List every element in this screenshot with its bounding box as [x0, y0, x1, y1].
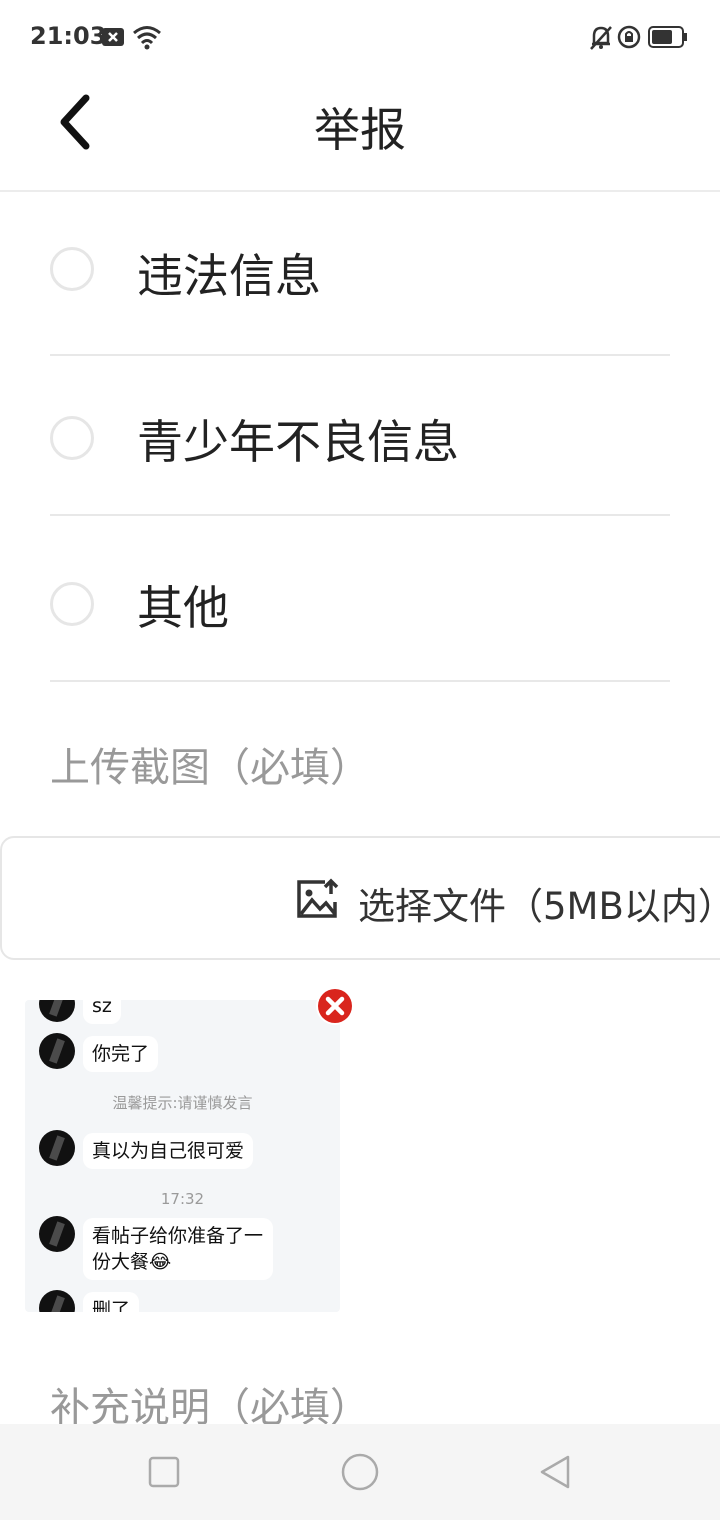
screenshot-thumbnail[interactable]: sz 你完了 温馨提示:请谨慎发言 真以为自己很可爱 17:32 看帖子给你准备… — [25, 1000, 340, 1312]
chat-tip: 温馨提示:请谨慎发言 — [112, 1094, 253, 1112]
avatar — [39, 1130, 75, 1166]
radio-button[interactable] — [50, 416, 94, 460]
report-option[interactable]: 违法信息 — [0, 190, 720, 356]
notification-x-icon — [102, 28, 124, 46]
upload-label: 上传截图（必填） — [50, 745, 370, 791]
report-option[interactable]: 其他 — [0, 516, 720, 682]
rotation-lock-icon — [617, 25, 641, 49]
page-title: 举报 — [314, 103, 406, 157]
chat-bubble: sz — [83, 1000, 121, 1024]
chat-time: 17:32 — [160, 1190, 205, 1208]
bell-off-icon — [590, 26, 612, 50]
system-nav-bar — [0, 1424, 720, 1520]
image-upload-icon — [297, 878, 339, 918]
avatar — [39, 1000, 75, 1022]
chat-bubble: 看帖子给你准备了一份大餐😂 — [83, 1218, 273, 1280]
chat-bubble: 你完了 — [83, 1036, 159, 1072]
report-option-label: 其他 — [137, 581, 229, 635]
report-option[interactable]: 青少年不良信息 — [0, 350, 720, 516]
battery-icon — [648, 26, 687, 48]
chat-bubble: 真以为自己很可爱 — [83, 1133, 254, 1169]
divider — [50, 680, 670, 682]
report-option-label: 违法信息 — [137, 249, 321, 303]
status-bar: 21:03 — [0, 0, 720, 72]
choose-file-label: 选择文件（5MB以内） — [358, 885, 720, 928]
avatar — [39, 1290, 75, 1312]
header: 举报 — [0, 72, 720, 192]
report-option-label: 青少年不良信息 — [137, 415, 459, 469]
chat-bubble: 删了 — [83, 1292, 140, 1312]
wifi-icon — [133, 26, 161, 50]
status-time: 21:03 — [30, 22, 107, 50]
recent-apps-icon[interactable] — [148, 1456, 180, 1488]
back-icon[interactable] — [538, 1454, 572, 1490]
avatar — [39, 1216, 75, 1252]
radio-button[interactable] — [50, 247, 94, 291]
close-circle-icon[interactable] — [315, 986, 355, 1026]
radio-button[interactable] — [50, 582, 94, 626]
avatar — [39, 1033, 75, 1069]
home-icon[interactable] — [341, 1453, 379, 1491]
